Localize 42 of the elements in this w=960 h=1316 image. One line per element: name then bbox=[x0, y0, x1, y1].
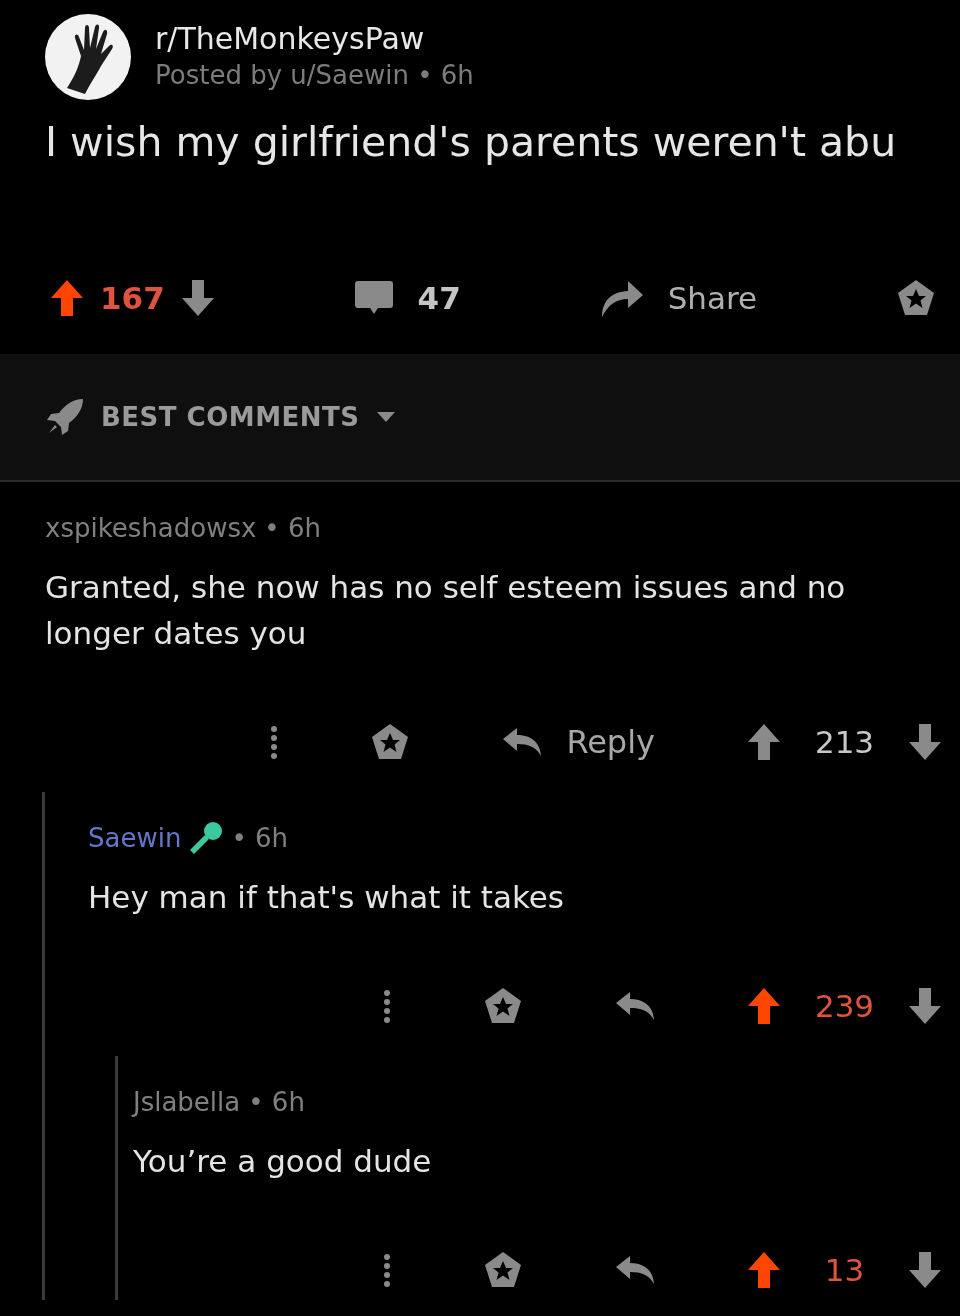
upvote-icon[interactable] bbox=[747, 987, 781, 1025]
downvote-icon[interactable] bbox=[908, 723, 942, 761]
more-options-icon[interactable] bbox=[383, 989, 391, 1023]
comment-author[interactable]: Saewin bbox=[88, 820, 182, 856]
comment-text: You’re a good dude bbox=[133, 1142, 433, 1181]
downvote-icon[interactable] bbox=[180, 279, 215, 317]
subreddit-avatar-icon bbox=[45, 14, 131, 100]
reply-icon[interactable] bbox=[615, 1255, 655, 1285]
more-options-icon[interactable] bbox=[383, 1253, 391, 1287]
vote-score: 167 bbox=[100, 278, 165, 318]
comment-author[interactable]: xspikeshadowsx bbox=[45, 510, 257, 546]
upvote-icon[interactable] bbox=[747, 723, 781, 761]
comment-text: Granted, she now has no self esteem issues and no longer dates you bbox=[45, 568, 847, 653]
comment-author[interactable]: Jslabella bbox=[133, 1084, 241, 1120]
upvote-icon[interactable] bbox=[50, 279, 84, 317]
comment-time: • 6h bbox=[264, 512, 321, 545]
downvote-icon[interactable] bbox=[908, 1251, 942, 1289]
vote-score: 239 bbox=[814, 986, 875, 1026]
sort-button[interactable]: BEST COMMENTS bbox=[45, 397, 396, 437]
downvote-icon[interactable] bbox=[908, 987, 942, 1025]
reply-icon[interactable] bbox=[502, 727, 543, 757]
award-icon[interactable] bbox=[896, 278, 936, 318]
reply-icon[interactable] bbox=[615, 991, 655, 1021]
post-byline: Posted by u/Saewin • 6h bbox=[155, 59, 474, 92]
rocket-icon bbox=[45, 397, 85, 437]
caret-icon bbox=[375, 411, 396, 423]
upvote-icon[interactable] bbox=[747, 1251, 781, 1289]
award-icon[interactable] bbox=[483, 1250, 523, 1290]
comment-time: • 6h bbox=[231, 822, 289, 855]
comment-time: • 6h bbox=[248, 1086, 305, 1119]
reply-button[interactable]: Reply bbox=[502, 718, 655, 766]
comment-text: Hey man if that's what it takes bbox=[88, 878, 565, 917]
award-icon[interactable] bbox=[483, 986, 523, 1026]
subreddit-name[interactable]: r/TheMonkeysPaw bbox=[155, 21, 474, 57]
vote-score: 213 bbox=[814, 722, 875, 762]
post-title: I wish my girlfriend's parents weren't abu bbox=[44, 117, 898, 168]
award-icon[interactable] bbox=[370, 722, 411, 762]
comment-count: 47 bbox=[417, 278, 461, 318]
vote-score: 13 bbox=[824, 1250, 865, 1290]
share-icon[interactable] bbox=[599, 278, 644, 318]
more-options-icon[interactable] bbox=[270, 725, 279, 759]
share-button[interactable]: Share bbox=[599, 274, 758, 322]
